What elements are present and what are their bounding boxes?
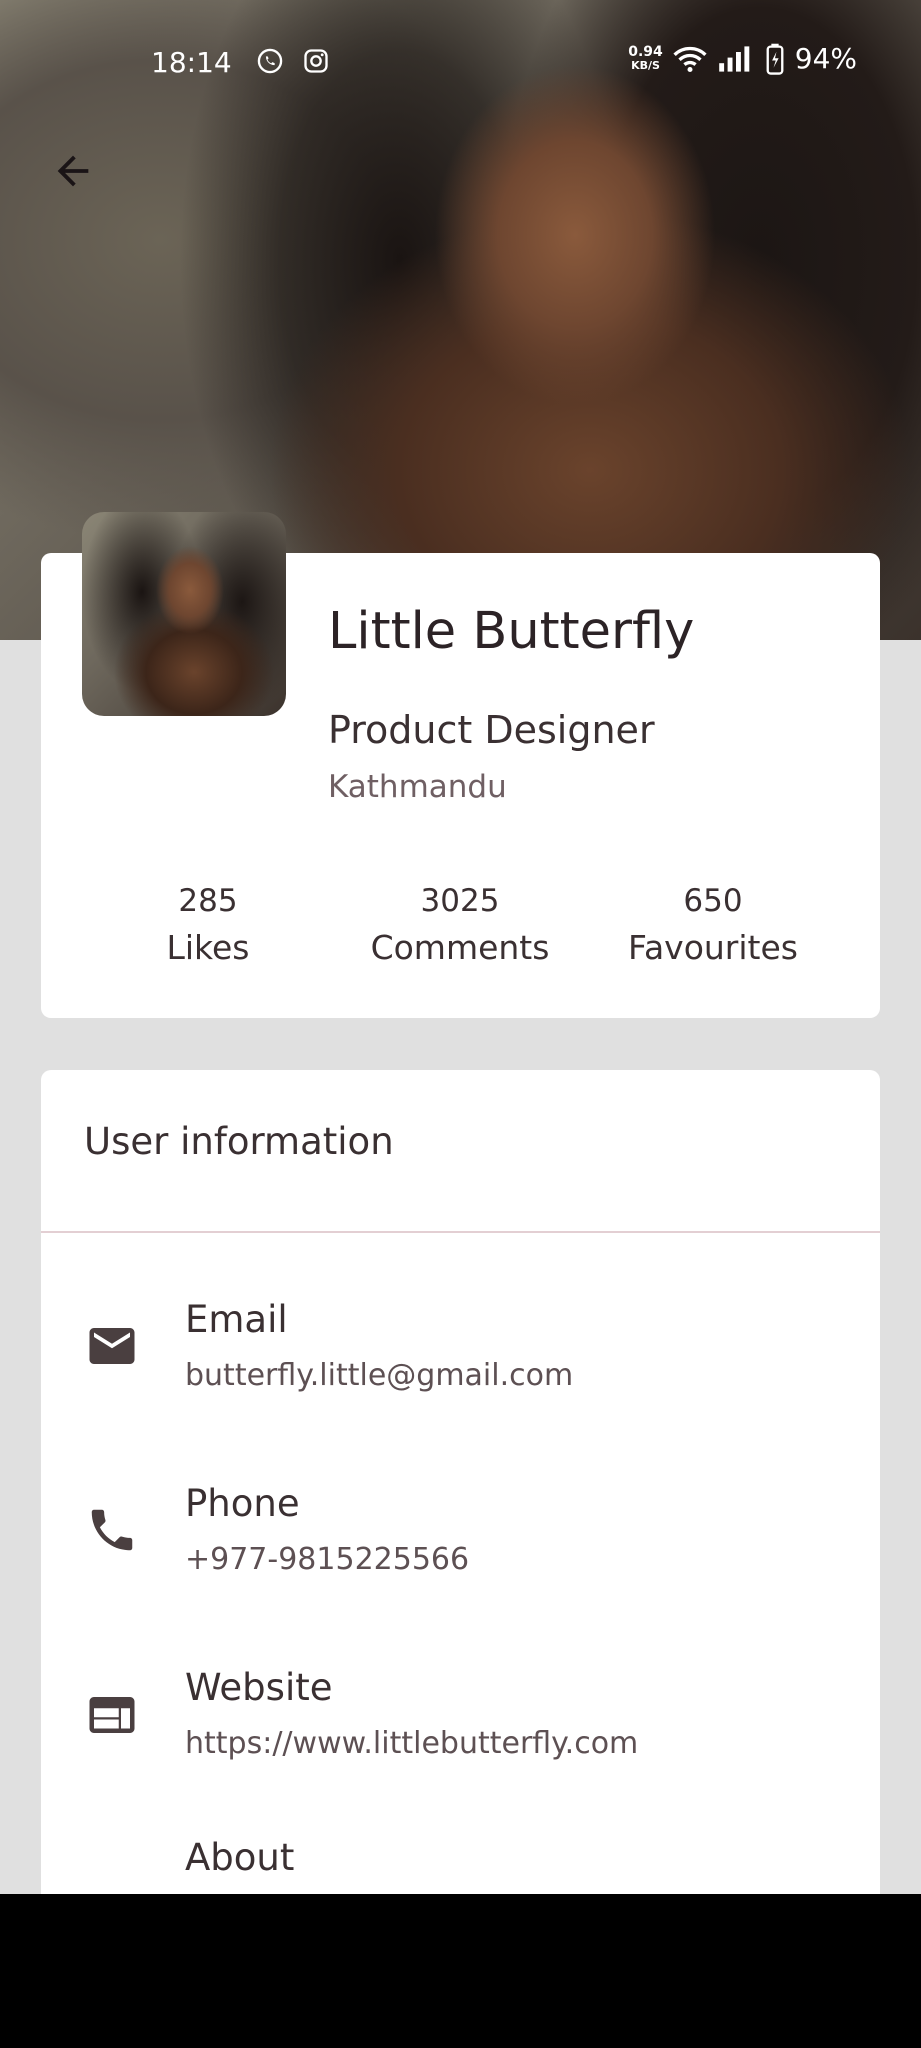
network-speed-unit: KB/S <box>631 58 660 72</box>
profile-location: Kathmandu <box>328 769 507 805</box>
stat-label: Comments <box>370 928 550 967</box>
profile-name: Little Butterfly <box>328 602 695 661</box>
arrow-back-icon <box>57 155 89 187</box>
battery-percent: 94% <box>794 42 857 75</box>
phone-value[interactable]: +977-9815225566 <box>185 1542 469 1577</box>
stat-value: 285 <box>178 883 238 919</box>
status-time: 18:14 <box>151 46 232 79</box>
stat-label: Favourites <box>628 928 798 967</box>
stat-label: Likes <box>166 928 250 967</box>
wifi-icon <box>673 46 707 72</box>
battery-icon <box>766 43 784 75</box>
profile-title: Product Designer <box>328 708 655 752</box>
about-title: About <box>185 1836 295 1879</box>
phone-icon <box>84 1502 140 1558</box>
network-speed: 0.94 KB/S <box>628 45 663 73</box>
website-title: Website <box>185 1666 333 1709</box>
stat-comments[interactable]: 3025 Comments <box>340 880 580 974</box>
email-value[interactable]: butterfly.little@gmail.com <box>185 1358 573 1393</box>
stat-value: 3025 <box>420 883 500 919</box>
user-info-heading: User information <box>84 1120 394 1163</box>
navigation-bar <box>0 1894 921 2048</box>
web-icon <box>84 1687 140 1743</box>
signal-icon <box>718 45 750 72</box>
email-icon <box>84 1318 140 1374</box>
back-button[interactable] <box>44 142 102 200</box>
divider <box>41 1231 880 1233</box>
status-bar: 18:14 0.94 KB/S 94% <box>0 36 921 88</box>
network-speed-value: 0.94 <box>628 43 663 60</box>
avatar[interactable] <box>82 512 286 716</box>
profile-screen: 18:14 0.94 KB/S 94% Little Butterfly Pro… <box>0 0 921 1894</box>
phone-title: Phone <box>185 1482 300 1525</box>
stat-favourites[interactable]: 650 Favourites <box>593 880 833 974</box>
whatsapp-icon <box>257 48 283 74</box>
status-indicators: 0.94 KB/S 94% <box>628 42 857 75</box>
stat-likes[interactable]: 285 Likes <box>88 880 328 974</box>
email-title: Email <box>185 1298 288 1341</box>
user-info-card <box>41 1070 880 1894</box>
instagram-icon <box>304 49 328 73</box>
stat-value: 650 <box>683 883 743 919</box>
website-value[interactable]: https://www.littlebutterfly.com <box>185 1726 638 1761</box>
